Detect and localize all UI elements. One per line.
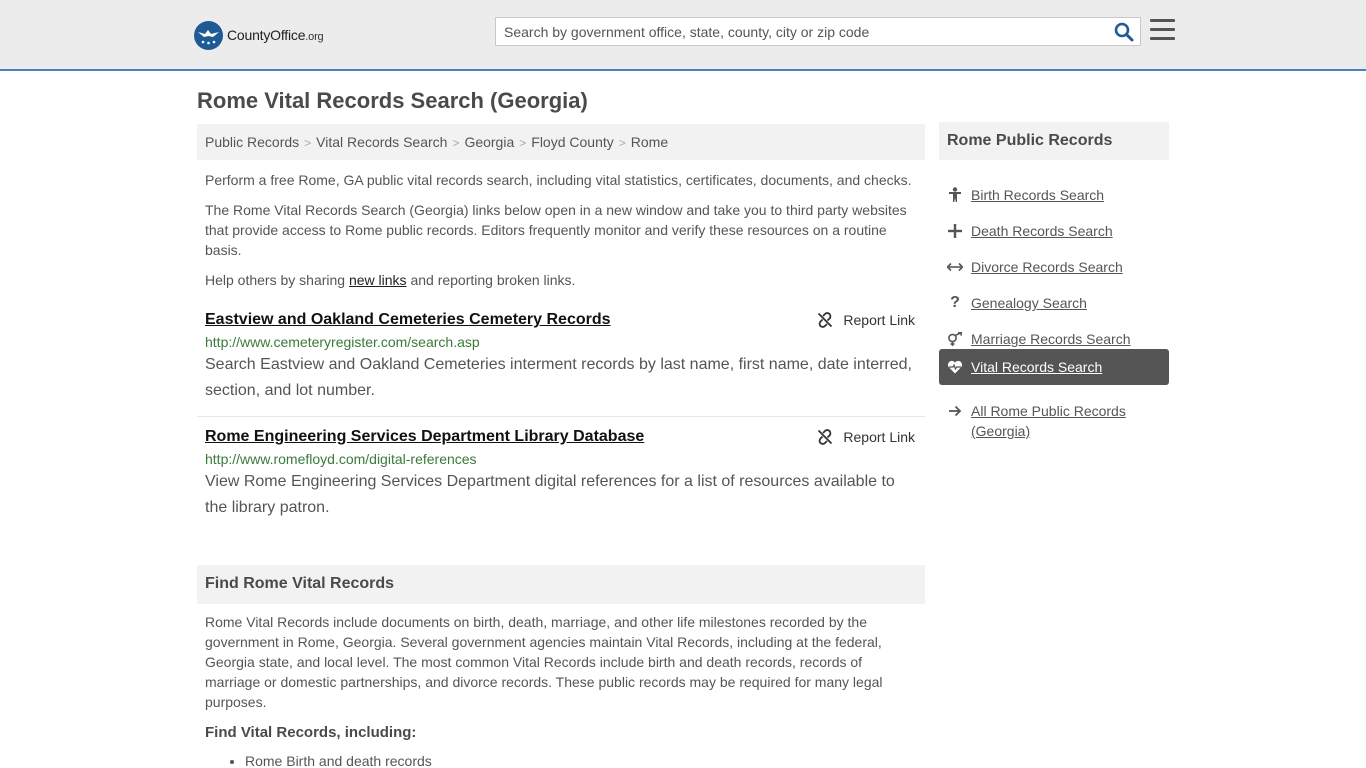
breadcrumb-rome[interactable]: Rome (631, 134, 668, 150)
top-header: CountyOffice.org (0, 0, 1366, 71)
search-box (495, 17, 1141, 46)
report-link-button[interactable]: Report Link (817, 429, 915, 445)
new-links-link[interactable]: new links (349, 272, 407, 288)
search-icon[interactable] (1114, 22, 1134, 42)
heartbeat-icon (947, 357, 963, 377)
breadcrumb-separator-icon: > (519, 136, 527, 150)
sidebar-item-death-records[interactable]: Death Records Search (939, 213, 1169, 249)
intro-paragraph: Perform a free Rome, GA public vital rec… (205, 172, 912, 188)
list-item: Rome Birth and death records (245, 753, 432, 768)
record-item: Eastview and Oakland Cemeteries Cemetery… (197, 311, 925, 404)
logo-text: CountyOffice.org (227, 27, 324, 43)
divider (197, 416, 925, 417)
record-description: View Rome Engineering Services Departmen… (205, 473, 895, 516)
vital-records-list: Rome Birth and death records (245, 753, 432, 768)
record-title-link[interactable]: Eastview and Oakland Cemeteries Cemetery… (205, 311, 611, 329)
breadcrumb-vital-records[interactable]: Vital Records Search (316, 134, 447, 150)
sidebar-item-divorce-records[interactable]: Divorce Records Search (939, 249, 1169, 285)
report-link-label: Report Link (843, 429, 915, 445)
breadcrumb: Public Records > Vital Records Search > Geor… (197, 124, 925, 160)
report-link-button[interactable]: Report Link (817, 312, 915, 328)
broken-link-icon (818, 429, 833, 445)
arrows-icon (947, 257, 963, 277)
search-input[interactable] (496, 18, 1106, 45)
breadcrumb-separator-icon: > (304, 136, 312, 150)
site-logo[interactable]: CountyOffice.org (194, 20, 324, 50)
sidebar-item-birth-records[interactable]: Birth Records Search (939, 177, 1169, 213)
record-url: http://www.romefloyd.com/digital-referen… (205, 451, 477, 467)
breadcrumb-separator-icon: > (618, 136, 626, 150)
breadcrumb-public-records[interactable]: Public Records (205, 134, 299, 150)
cross-icon (947, 221, 963, 241)
record-url: http://www.cemeteryregister.com/search.a… (205, 334, 480, 350)
breadcrumb-floyd-county[interactable]: Floyd County (531, 134, 613, 150)
arrow-right-icon (947, 401, 963, 421)
question-icon: ? (950, 294, 960, 311)
child-icon (947, 185, 963, 205)
breadcrumb-georgia[interactable]: Georgia (464, 134, 514, 150)
sidebar-item-genealogy[interactable]: ? Genealogy Search (939, 285, 1169, 321)
sidebar-item-all-public-records[interactable]: All Rome Public Records (Georgia) (939, 393, 1169, 443)
breadcrumb-separator-icon: > (452, 136, 460, 150)
record-description: Search Eastview and Oakland Cemeteries i… (205, 356, 912, 399)
find-section-heading: Find Rome Vital Records (197, 565, 925, 604)
sidebar-heading: Rome Public Records (939, 122, 1169, 160)
record-item: Rome Engineering Services Department Lib… (197, 428, 925, 521)
page-title: Rome Vital Records Search (Georgia) (197, 88, 588, 113)
gender-icon (947, 329, 963, 349)
logo-eagle-icon (194, 20, 223, 50)
disclaimer-paragraph: The Rome Vital Records Search (Georgia) … (205, 202, 907, 258)
hamburger-menu-icon[interactable] (1150, 19, 1175, 41)
broken-link-icon (818, 312, 833, 328)
record-title-link[interactable]: Rome Engineering Services Department Lib… (205, 428, 644, 446)
help-paragraph: Help others by sharing new links and rep… (205, 272, 576, 288)
sidebar-item-vital-records[interactable]: Vital Records Search (939, 349, 1169, 385)
find-section-body: Rome Vital Records include documents on … (205, 614, 883, 710)
report-link-label: Report Link (843, 312, 915, 328)
find-section-subheading: Find Vital Records, including: (205, 724, 417, 741)
